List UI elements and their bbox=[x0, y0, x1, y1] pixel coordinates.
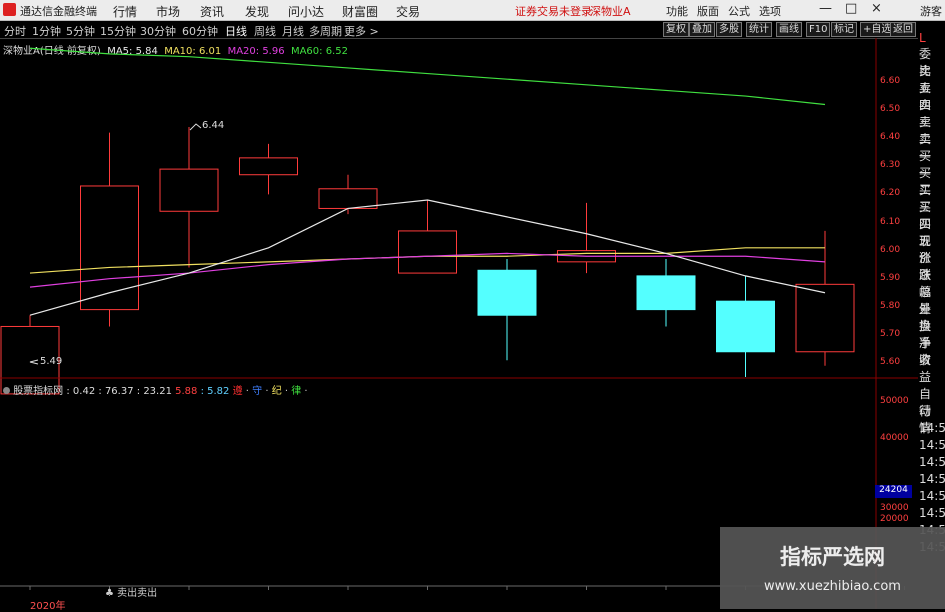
draw-line-button[interactable]: 画线 bbox=[776, 22, 802, 37]
menu-wenxiaoda[interactable]: 问小达 bbox=[288, 3, 324, 20]
price-tick-label: 6.00 bbox=[880, 244, 901, 255]
price-tick-label: 5.60 bbox=[880, 357, 901, 367]
watermark-banner: 指标严选网 www.xuezhibiao.com bbox=[720, 527, 945, 609]
minimize-button[interactable]: — bbox=[819, 1, 832, 16]
indicator-tag4: 律 bbox=[291, 386, 302, 397]
tool-gongneng[interactable]: 功能 bbox=[666, 3, 688, 19]
candle-body bbox=[159, 168, 219, 212]
maximize-button[interactable]: □ bbox=[845, 1, 857, 16]
kline-chart[interactable] bbox=[0, 38, 918, 609]
period-5min[interactable]: 5分钟 bbox=[66, 23, 95, 39]
period-weekly[interactable]: 周线 bbox=[254, 23, 276, 39]
period-daily[interactable]: 日线 bbox=[225, 23, 247, 39]
candle-body bbox=[80, 185, 139, 311]
menu-hangqing[interactable]: 行情 bbox=[113, 3, 137, 20]
price-tick-label: 6.50 bbox=[880, 104, 901, 115]
candle-body bbox=[716, 300, 775, 353]
period-60min[interactable]: 60分钟 bbox=[182, 23, 218, 39]
high-label: 6.44 bbox=[202, 120, 225, 131]
price-tick-label: 6.10 bbox=[880, 216, 901, 227]
price-axis: 6.60 6.50 6.40 6.30 6.20 6.10 6.00 5.90 5.80 5.70… bbox=[878, 38, 918, 378]
price-tick-label: 6.30 bbox=[880, 160, 901, 171]
indicator-v3: : 23.21 bbox=[136, 386, 172, 397]
menu-shichang[interactable]: 市场 bbox=[156, 3, 180, 20]
panel-header: L bbox=[919, 31, 926, 45]
close-button[interactable]: × bbox=[871, 1, 882, 16]
indicator-tag1: 遵 bbox=[232, 386, 243, 397]
period-30min[interactable]: 30分钟 bbox=[140, 23, 176, 39]
indicator-v4: 5.88 bbox=[175, 386, 198, 397]
price-tick-label: 5.70 bbox=[880, 328, 901, 339]
indicator-toggle-icon[interactable] bbox=[3, 387, 10, 394]
indicator-v5: : 5.82 bbox=[200, 386, 230, 397]
candle-body bbox=[636, 275, 696, 311]
indicator-v2: : 76.37 bbox=[98, 386, 134, 397]
year-label: 2020年 bbox=[30, 601, 66, 612]
period-fenshi[interactable]: 分时 bbox=[4, 23, 26, 39]
app-name: 通达信金融终端 bbox=[20, 5, 97, 18]
period-1min[interactable]: 1分钟 bbox=[32, 23, 61, 39]
quote-field-label: 收益 bbox=[919, 353, 932, 384]
f10-button[interactable]: F10 bbox=[806, 22, 831, 37]
ma60-line bbox=[29, 47, 826, 106]
period-more[interactable]: 更多 > bbox=[344, 23, 379, 39]
high-arrow bbox=[189, 123, 202, 131]
low-label: 5.49 bbox=[40, 356, 63, 367]
period-monthly[interactable]: 月线 bbox=[282, 23, 304, 39]
price-tick-label: 5.90 bbox=[880, 272, 901, 283]
price-tick-label: 6.40 bbox=[880, 132, 901, 143]
watermark-url: www.xuezhibiao.com bbox=[764, 579, 901, 594]
app-logo-icon bbox=[3, 3, 16, 16]
menu-caifuquan[interactable]: 财富圈 bbox=[342, 3, 378, 20]
volume-tick-label: 40000 bbox=[880, 433, 909, 443]
account-label[interactable]: 游客 bbox=[920, 3, 942, 19]
menu-faxian[interactable]: 发现 bbox=[245, 3, 269, 20]
overlay-button[interactable]: 叠加 bbox=[689, 22, 715, 37]
tick-list-item: 14:5 bbox=[919, 455, 945, 469]
indicator-tag2: 守 bbox=[252, 386, 263, 397]
tick-list-item: 14:5 bbox=[919, 438, 945, 452]
mark-button[interactable]: 标记 bbox=[831, 22, 857, 37]
watermark-title: 指标严选网 bbox=[780, 545, 885, 569]
tool-banmian[interactable]: 版面 bbox=[697, 3, 719, 19]
candle-body bbox=[398, 230, 457, 274]
multi-stock-button[interactable]: 多股 bbox=[716, 22, 742, 37]
stock-name-title: 深物业A bbox=[590, 5, 631, 18]
tick-list-item: 14:5 bbox=[919, 472, 945, 486]
period-15min[interactable]: 15分钟 bbox=[100, 23, 136, 39]
volume-tick-label: 20000 bbox=[880, 514, 909, 524]
menu-jiaoyi[interactable]: 交易 bbox=[396, 3, 420, 20]
back-button[interactable]: 返回 bbox=[890, 22, 916, 37]
indicator-name[interactable]: 股票指标网 bbox=[13, 386, 63, 397]
volume-tick-label: 30000 bbox=[880, 503, 909, 513]
tool-gongshi[interactable]: 公式 bbox=[728, 3, 750, 19]
price-tick-label: 6.20 bbox=[880, 188, 901, 199]
signal-tag: ♣ 卖出卖出 bbox=[105, 588, 158, 599]
price-tick-label: 5.80 bbox=[880, 300, 901, 311]
tick-list-item: 14:5 bbox=[919, 489, 945, 503]
indicator-tag3: 纪 bbox=[271, 386, 282, 397]
volume-current: 24204 bbox=[875, 485, 912, 498]
period-bar: 分时 1分钟 5分钟 15分钟 30分钟 60分钟 日线 周线 月线 多周期 更… bbox=[0, 21, 945, 39]
tick-list-item: 14:5 bbox=[919, 421, 945, 435]
indicator-info: 股票指标网 : 0.42 : 76.37 : 23.21 5.88 : 5.82… bbox=[3, 382, 308, 397]
indicator-v1: : 0.42 bbox=[66, 386, 96, 397]
candle-body bbox=[239, 157, 298, 176]
tool-xuanxiang[interactable]: 选项 bbox=[759, 3, 781, 19]
period-multi[interactable]: 多周期 bbox=[309, 23, 342, 39]
volume-tick-label: 50000 bbox=[880, 396, 909, 406]
price-tick-label: 6.60 bbox=[880, 76, 901, 86]
quote-panel: L 委比 卖五 卖四 卖三 卖二 卖一 买一 买二 买三 买四 买五 现价 涨跌 涨幅 总量 外盘 换手 净资 收益… bbox=[918, 31, 945, 609]
tick-list-item: 14:5 bbox=[919, 506, 945, 520]
candle-body bbox=[477, 269, 537, 316]
stats-button[interactable]: 统计 bbox=[746, 22, 772, 37]
title-bar: 通达信金融终端 行情 市场 资讯 发现 问小达 财富圈 交易 证券交易未登录 深… bbox=[0, 0, 945, 21]
candle-body bbox=[318, 188, 378, 209]
fuquan-button[interactable]: 复权 bbox=[663, 22, 689, 37]
candle-body bbox=[795, 283, 855, 353]
menu-zixun[interactable]: 资讯 bbox=[200, 3, 224, 20]
login-status[interactable]: 证券交易未登录 bbox=[515, 3, 592, 19]
